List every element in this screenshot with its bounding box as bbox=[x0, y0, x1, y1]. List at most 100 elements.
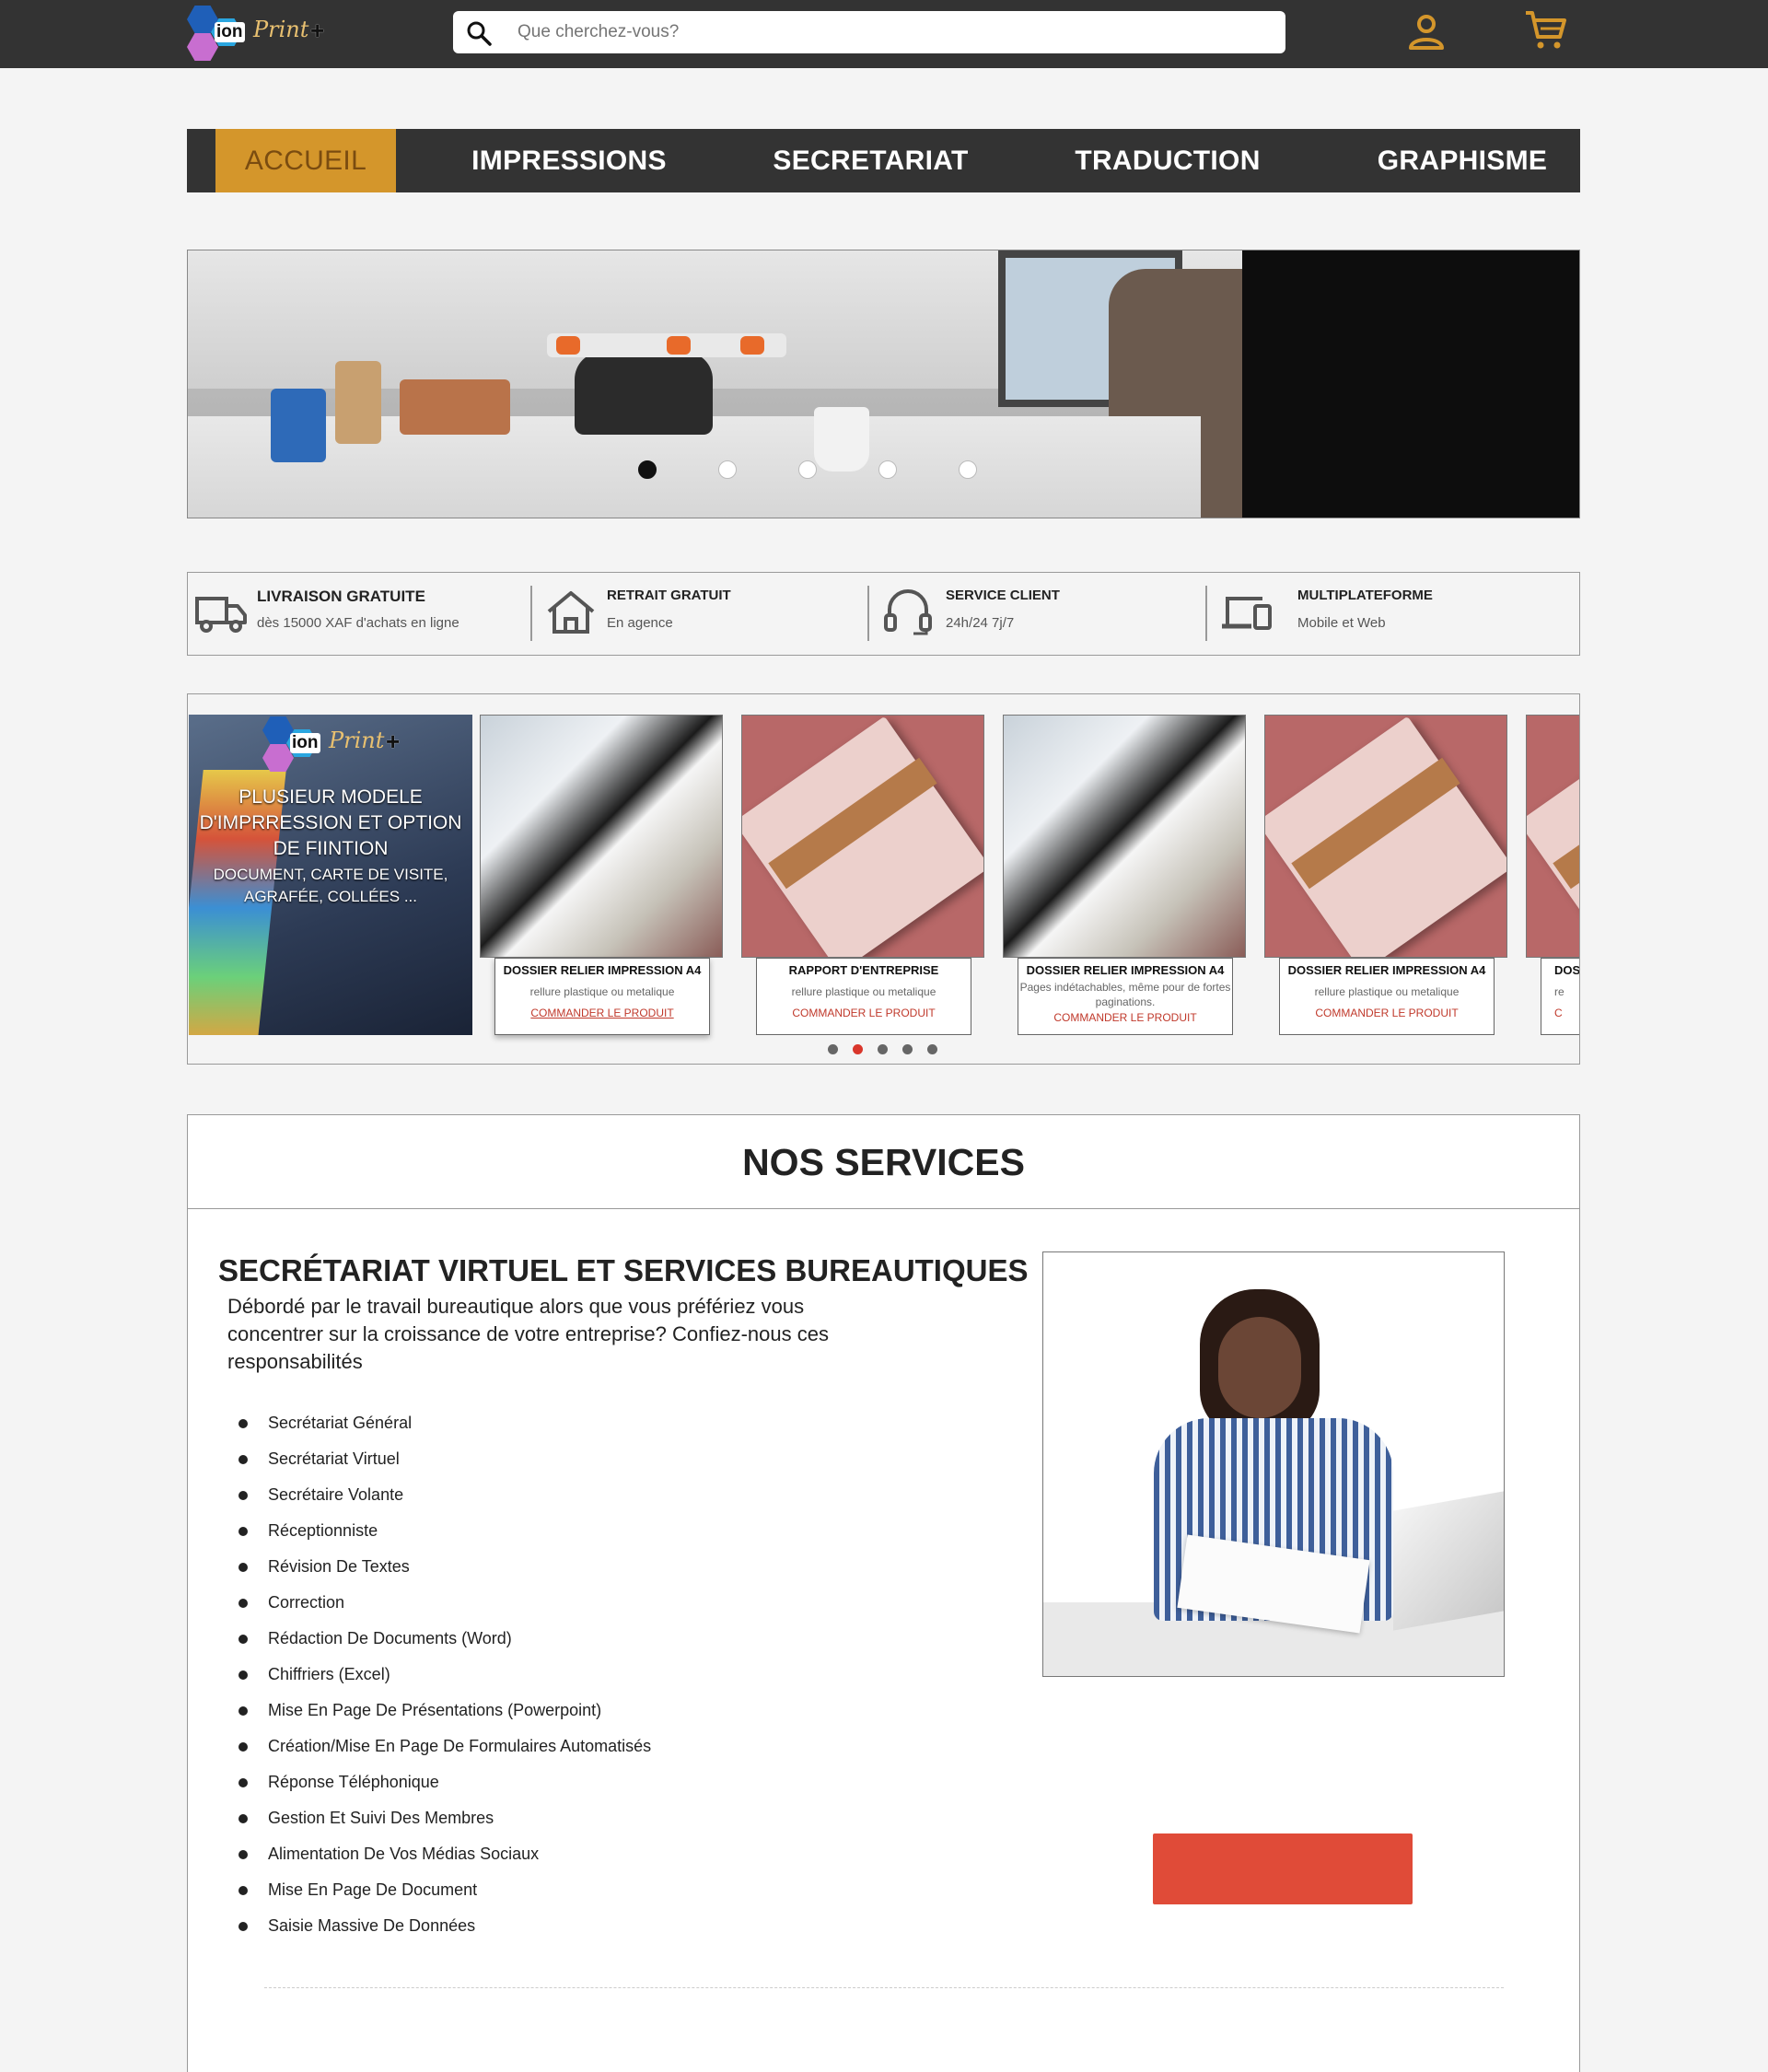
service-title: SECRÉTARIAT VIRTUEL ET SERVICES BUREAUTI… bbox=[218, 1253, 1029, 1287]
divider bbox=[530, 586, 532, 641]
nav-item-graphisme[interactable]: GRAPHISME bbox=[1366, 129, 1559, 192]
banner-dot[interactable] bbox=[798, 460, 817, 479]
list-item: Secrétariat Général bbox=[238, 1405, 651, 1441]
nav-item-impressions[interactable]: IMPRESSIONS bbox=[463, 129, 675, 192]
product-image-binder[interactable] bbox=[1003, 715, 1246, 958]
shopping-cart-icon[interactable] bbox=[1523, 7, 1567, 52]
promo-card[interactable]: ion Print + PLUSIEUR MODELE D'IMPRRESSIO… bbox=[189, 715, 472, 1035]
features-strip: LIVRAISON GRATUITE dès 15000 XAF d'achat… bbox=[187, 572, 1580, 656]
pager-dot[interactable] bbox=[902, 1044, 913, 1054]
list-item: Rédaction De Documents (Word) bbox=[238, 1621, 651, 1657]
product-title: DOSSIER RELIER IMPRESSION A4 bbox=[1026, 963, 1225, 977]
feature-livraison: LIVRAISON GRATUITE dès 15000 XAF d'achat… bbox=[188, 573, 529, 655]
divider bbox=[867, 586, 869, 641]
list-item: Alimentation De Vos Médias Sociaux bbox=[238, 1836, 651, 1872]
search-bar bbox=[453, 11, 1285, 53]
nav-item-secretariat[interactable]: SECRETARIAT bbox=[767, 129, 974, 192]
promo-headline: PLUSIEUR MODELE D'IMPRRESSION ET OPTION … bbox=[199, 786, 462, 859]
search-input[interactable] bbox=[518, 18, 1254, 46]
product-card: DOSSIER RELIER IMPRESSION A4 rellure pla… bbox=[1264, 715, 1507, 1035]
list-item: Saisie Massive De Données bbox=[238, 1908, 651, 1944]
feature-subtitle: Mobile et Web bbox=[1297, 615, 1386, 631]
service-photo bbox=[1042, 1251, 1505, 1677]
feature-service-client: SERVICE CLIENT 24h/24 7j/7 bbox=[875, 573, 1206, 655]
banner-dot[interactable] bbox=[878, 460, 897, 479]
logo-ion-text: ion bbox=[215, 22, 245, 42]
search-icon[interactable] bbox=[466, 20, 492, 46]
feature-subtitle: 24h/24 7j/7 bbox=[946, 615, 1015, 631]
product-image-notebook[interactable] bbox=[1526, 715, 1579, 958]
feature-title: MULTIPLATEFORME bbox=[1297, 588, 1433, 603]
feature-subtitle: dès 15000 XAF d'achats en ligne bbox=[257, 615, 459, 631]
product-subtitle: rellure plastique ou metalique bbox=[791, 985, 936, 998]
list-item: Secrétaire Volante bbox=[238, 1477, 651, 1513]
top-bar: ion Print + bbox=[0, 0, 1768, 68]
list-item: Correction bbox=[238, 1585, 651, 1621]
product-card: DOSSIER RELIER IMPRESSION A4 rellure pla… bbox=[480, 715, 723, 1035]
order-product-link[interactable]: COMMANDER LE PRODUIT bbox=[1280, 1007, 1494, 1019]
product-image-binder[interactable] bbox=[480, 715, 723, 958]
order-product-link[interactable]: COMMANDER LE PRODUIT bbox=[495, 1007, 709, 1019]
main-nav: ACCUEIL IMPRESSIONS SECRETARIAT TRADUCTI… bbox=[187, 129, 1580, 192]
nav-item-accueil[interactable]: ACCUEIL bbox=[215, 129, 396, 192]
list-item: Mise En Page De Présentations (Powerpoin… bbox=[238, 1693, 651, 1729]
list-item: Révision De Textes bbox=[238, 1549, 651, 1585]
order-product-link[interactable]: COMMANDER LE PRODUIT bbox=[757, 1007, 971, 1019]
product-card: RAPPORT D'ENTREPRISE rellure plastique o… bbox=[741, 715, 984, 1035]
feature-title: SERVICE CLIENT bbox=[946, 588, 1060, 603]
logo-plus-text: + bbox=[310, 17, 325, 44]
logo-print-text: Print bbox=[253, 17, 309, 42]
product-image-notebook[interactable] bbox=[741, 715, 984, 958]
product-card: DOS re C bbox=[1526, 715, 1580, 1035]
pager-dot[interactable] bbox=[878, 1044, 888, 1054]
feature-title: RETRAIT GRATUIT bbox=[607, 588, 731, 603]
list-item: Mise En Page De Document bbox=[238, 1872, 651, 1908]
pager-dot[interactable] bbox=[853, 1044, 863, 1054]
service-description: Débordé par le travail bureautique alors… bbox=[227, 1295, 829, 1373]
product-subtitle: rellure plastique ou metalique bbox=[529, 985, 675, 998]
feature-title: LIVRAISON GRATUITE bbox=[257, 588, 425, 605]
product-title: DOSSIER RELIER IMPRESSION A4 bbox=[1287, 963, 1486, 977]
list-item: Secrétariat Virtuel bbox=[238, 1441, 651, 1477]
services-section: NOS SERVICES SECRÉTARIAT VIRTUEL ET SERV… bbox=[187, 1114, 1580, 2072]
product-image-notebook[interactable] bbox=[1264, 715, 1507, 958]
order-product-link[interactable]: C bbox=[1554, 1007, 1579, 1019]
promo-logo: ion Print + bbox=[262, 715, 410, 774]
devices-icon bbox=[1222, 597, 1272, 630]
list-item: Création/Mise En Page De Formulaires Aut… bbox=[238, 1729, 651, 1764]
list-item: Gestion Et Suivi Des Membres bbox=[238, 1800, 651, 1836]
truck-icon bbox=[195, 597, 247, 633]
banner-dot[interactable] bbox=[959, 460, 977, 479]
pager-dot[interactable] bbox=[828, 1044, 838, 1054]
product-subtitle: Pages indétachables, même pour de fortes… bbox=[1019, 981, 1231, 1008]
services-header: NOS SERVICES bbox=[188, 1115, 1579, 1209]
product-title: DOS bbox=[1554, 963, 1580, 977]
feature-retrait: RETRAIT GRATUIT En agence bbox=[538, 573, 869, 655]
product-title: RAPPORT D'ENTREPRISE bbox=[788, 963, 939, 977]
user-account-icon[interactable] bbox=[1406, 11, 1447, 52]
nav-item-traduction[interactable]: TRADUCTION bbox=[1066, 129, 1269, 192]
promo-subline: DOCUMENT, CARTE DE VISITE, AGRAFÉE, COLL… bbox=[213, 866, 448, 905]
list-item: Réceptionniste bbox=[238, 1513, 651, 1549]
site-logo[interactable]: ion Print + bbox=[187, 4, 334, 63]
feature-subtitle: En agence bbox=[607, 615, 673, 631]
service-list: Secrétariat Général Secrétariat Virtuel … bbox=[238, 1405, 651, 1944]
product-title: DOSSIER RELIER IMPRESSION A4 bbox=[503, 963, 702, 977]
product-card: DOSSIER RELIER IMPRESSION A4 Pages indét… bbox=[1003, 715, 1246, 1035]
product-carousel: ion Print + PLUSIEUR MODELE D'IMPRRESSIO… bbox=[187, 693, 1580, 1065]
feature-multiplateforme: MULTIPLATEFORME Mobile et Web bbox=[1213, 573, 1572, 655]
pager-dot[interactable] bbox=[927, 1044, 937, 1054]
product-subtitle: re bbox=[1554, 985, 1564, 998]
list-item: Réponse Téléphonique bbox=[238, 1764, 651, 1800]
home-icon bbox=[547, 591, 595, 634]
list-item: Chiffriers (Excel) bbox=[238, 1657, 651, 1693]
divider bbox=[264, 1987, 1504, 1988]
divider bbox=[1205, 586, 1207, 641]
order-product-link[interactable]: COMMANDER LE PRODUIT bbox=[1018, 1011, 1232, 1024]
services-heading: NOS SERVICES bbox=[742, 1141, 1025, 1183]
service-cta-button[interactable] bbox=[1153, 1833, 1413, 1904]
banner-dot[interactable] bbox=[718, 460, 737, 479]
product-subtitle: rellure plastique ou metalique bbox=[1314, 985, 1460, 998]
banner-dot[interactable] bbox=[638, 460, 657, 479]
headset-icon bbox=[884, 589, 932, 635]
